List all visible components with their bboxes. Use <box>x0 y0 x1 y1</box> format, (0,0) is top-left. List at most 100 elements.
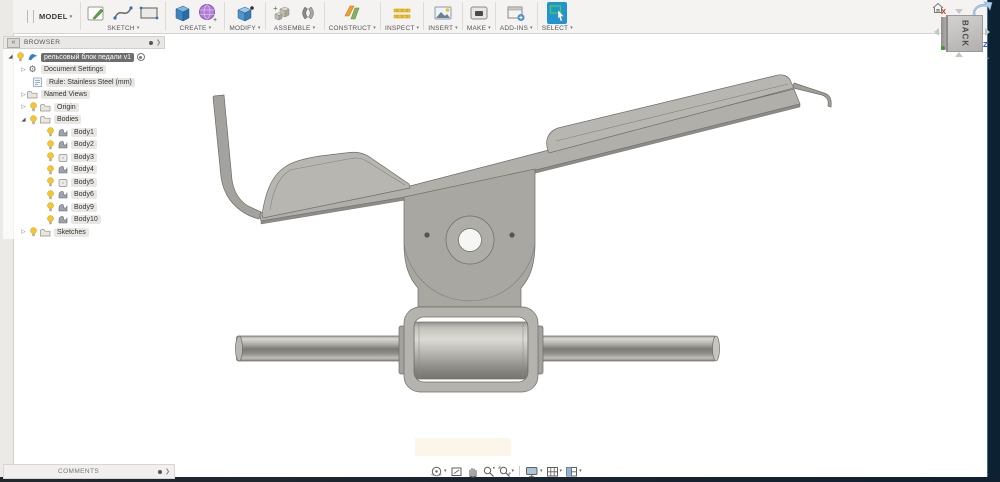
visibility-bulb-icon[interactable] <box>29 115 38 125</box>
inspect-menu[interactable]: INSPECT ▾ <box>385 25 419 32</box>
browser-header[interactable]: « BROWSER ❯ <box>3 36 165 49</box>
expand-arrow-icon[interactable]: ◢ <box>7 54 14 60</box>
chevron-down-icon: ▾ <box>69 14 73 20</box>
modify-menu[interactable]: MODIFY ▾ <box>229 25 260 32</box>
visibility-bulb-icon[interactable] <box>46 152 55 162</box>
select-menu[interactable]: SELECT ▾ <box>542 25 573 32</box>
active-document-radio-icon[interactable] <box>136 53 145 62</box>
visibility-bulb-icon[interactable] <box>46 140 55 150</box>
insert-menu[interactable]: INSERT ▾ <box>428 25 458 32</box>
create-menu[interactable]: CREATE ▾ <box>180 25 212 32</box>
grid-settings-icon[interactable]: ▾ <box>546 465 562 478</box>
box-icon[interactable] <box>170 2 194 24</box>
tree-item-label: Body6 <box>71 190 97 200</box>
chevron-down-icon: ▾ <box>579 468 582 474</box>
options-dot-icon[interactable] <box>157 469 162 474</box>
form-sphere-icon[interactable]: + <box>196 2 220 24</box>
tree-item-body9[interactable]: Body9 <box>3 201 165 214</box>
collapse-panel-icon[interactable]: « <box>7 37 20 48</box>
tree-item-sketches[interactable]: ▷ Sketches <box>3 226 165 239</box>
tree-item-bodies[interactable]: ◢ Bodies <box>3 114 165 127</box>
rule-icon <box>32 77 43 88</box>
measure-icon[interactable] <box>390 2 414 24</box>
viewcube-face-back[interactable]: BACK <box>946 15 983 52</box>
tree-item-document-settings[interactable]: ▷ ⚙ Document Settings <box>3 64 165 77</box>
workspace-switcher[interactable]: MODEL ▾ <box>13 0 80 33</box>
toolbar-group-insert: INSERT ▾ <box>424 0 462 33</box>
spline-icon[interactable] <box>111 2 135 24</box>
toolbar-drag-handle[interactable] <box>27 10 34 23</box>
visibility-bulb-icon[interactable] <box>29 227 38 237</box>
visibility-bulb-icon[interactable] <box>46 177 55 187</box>
expand-arrow-icon[interactable]: ▷ <box>20 229 27 235</box>
visibility-bulb-icon[interactable] <box>29 102 38 112</box>
tree-item-body2[interactable]: Body2 <box>3 139 165 152</box>
visibility-bulb-icon[interactable] <box>46 127 55 137</box>
options-dot-icon[interactable] <box>148 40 153 45</box>
fit-icon[interactable]: ▾ <box>498 465 514 478</box>
addins-menu[interactable]: ADD-INS ▾ <box>500 25 533 32</box>
tree-item-label: Body9 <box>71 202 97 212</box>
expand-arrow-icon[interactable]: ▷ <box>20 92 27 98</box>
select-icon[interactable] <box>545 2 569 24</box>
tree-item-body1[interactable]: Body1 <box>3 126 165 139</box>
chevron-right-icon[interactable]: ❯ <box>156 39 161 46</box>
tree-item-body4[interactable]: Body4 <box>3 164 165 177</box>
rectangle-icon[interactable] <box>137 2 161 24</box>
tree-item-document-root[interactable]: ◢ рельсовый блок педали v1 <box>3 51 165 64</box>
new-component-icon[interactable]: + <box>270 2 294 24</box>
expand-arrow-icon[interactable]: ▷ <box>20 104 27 110</box>
orbit-right-arrow-icon[interactable] <box>985 28 990 36</box>
tree-item-body6[interactable]: Body6 <box>3 189 165 202</box>
tree-item-body3[interactable]: Body3 <box>3 151 165 164</box>
toolbar-group-sketch: SKETCH ▾ <box>81 0 165 33</box>
visibility-bulb-icon[interactable] <box>46 215 55 225</box>
zoom-icon[interactable] <box>482 465 495 478</box>
chevron-right-icon[interactable]: ❯ <box>165 468 170 475</box>
make-menu[interactable]: MAKE ▾ <box>467 25 491 32</box>
surface-body-icon <box>57 202 68 212</box>
orbit-down-arrow-icon[interactable] <box>955 52 963 57</box>
tree-item-body10[interactable]: Body10 <box>3 214 165 227</box>
orbit-icon[interactable]: ▾ <box>430 465 447 478</box>
add-ins-icon[interactable] <box>504 2 528 24</box>
tree-item-origin[interactable]: ▷ Origin <box>3 101 165 114</box>
tree-item-label: Bodies <box>54 115 82 125</box>
comments-panel[interactable]: COMMENTS ❯ <box>3 464 175 479</box>
look-at-icon[interactable] <box>450 465 463 478</box>
visibility-bulb-icon[interactable] <box>46 190 55 200</box>
tree-item-label: Body5 <box>71 177 97 187</box>
viewports-icon[interactable]: ▾ <box>565 465 582 478</box>
insert-image-icon[interactable] <box>431 2 455 24</box>
tree-item-label: Body4 <box>71 165 97 175</box>
surface-body-icon <box>57 215 68 225</box>
toolbar-group-make: MAKE ▾ <box>463 0 495 33</box>
expand-arrow-icon[interactable]: ▷ <box>20 67 27 73</box>
orbit-up-arrow-icon[interactable] <box>955 9 963 14</box>
sketch-menu[interactable]: SKETCH ▾ <box>107 25 139 32</box>
tree-item-rule[interactable]: Rule: Stainless Steel (mm) <box>3 76 165 89</box>
visibility-bulb-icon[interactable] <box>46 202 55 212</box>
press-pull-icon[interactable] <box>233 2 257 24</box>
construction-plane-icon[interactable] <box>340 2 364 24</box>
tree-item-named-views[interactable]: ▷ Named Views <box>3 89 165 102</box>
visibility-bulb-icon[interactable] <box>46 165 55 175</box>
toolbar-group-assemble: + ASSEMBLE ▾ <box>266 0 324 33</box>
tree-item-label: Body2 <box>71 140 97 150</box>
joint-icon[interactable] <box>296 2 320 24</box>
chevron-down-icon: ▾ <box>444 468 447 474</box>
tree-item-label: Origin <box>54 102 79 112</box>
orbit-left-arrow-icon[interactable] <box>934 28 939 36</box>
3d-print-icon[interactable] <box>467 2 491 24</box>
pan-icon[interactable] <box>466 465 479 478</box>
display-settings-icon[interactable]: ▾ <box>525 465 543 478</box>
create-sketch-icon[interactable] <box>85 2 109 24</box>
construct-menu[interactable]: CONSTRUCT ▾ <box>329 25 376 32</box>
tree-item-body5[interactable]: Body5 <box>3 176 165 189</box>
expand-arrow-icon[interactable]: ◢ <box>20 117 27 123</box>
main-toolbar: MODEL ▾ SKETCH ▾ + CREATE ▾ MODIFY ▾ + A… <box>13 0 987 34</box>
viewcube-menu-chevron-icon[interactable]: ⌄ <box>985 53 991 61</box>
visibility-bulb-icon[interactable] <box>16 52 25 62</box>
assemble-menu[interactable]: ASSEMBLE ▾ <box>274 25 315 32</box>
tree-item-label: Rule: Stainless Steel (mm) <box>46 77 135 87</box>
